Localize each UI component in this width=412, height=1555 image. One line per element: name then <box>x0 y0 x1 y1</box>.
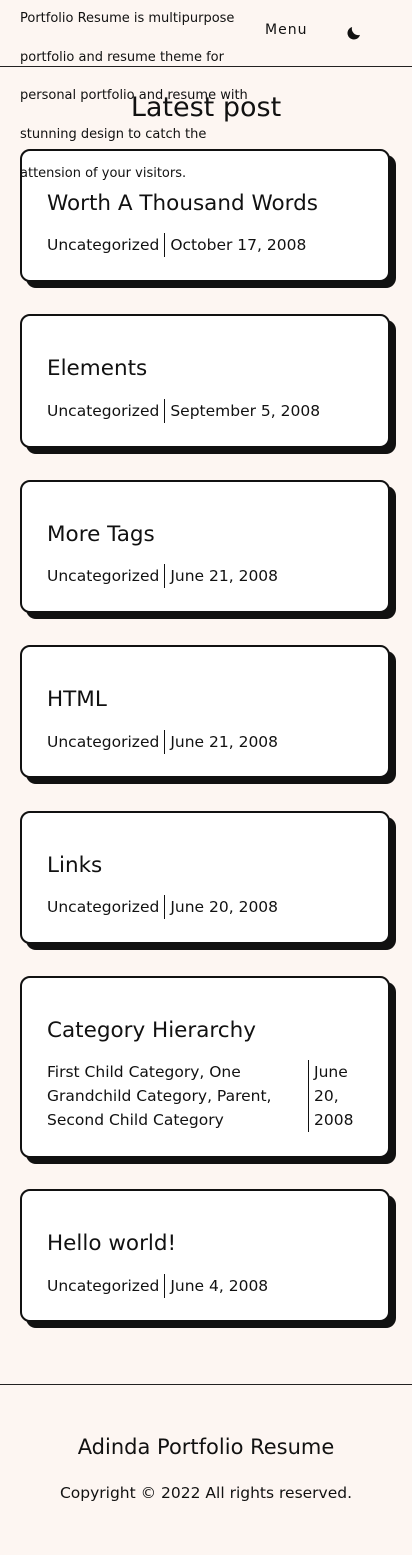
post-date: June 20, 2008 <box>170 898 279 916</box>
post-title[interactable]: Worth A Thousand Words <box>47 191 318 217</box>
post-card[interactable]: Hello world! Uncategorized June 4, 2008 <box>20 1189 390 1322</box>
post-date: June 21, 2008 <box>170 567 279 585</box>
moon-icon[interactable] <box>345 24 363 42</box>
site-tagline: Portfolio Resume is multipurpose portfol… <box>20 11 248 181</box>
copyright-text: Copyright © 2022 All rights reserved. <box>59 1484 353 1502</box>
menu-button[interactable]: Menu <box>265 22 307 38</box>
post-category[interactable]: First Child Category, One Grandchild Cat… <box>47 1060 309 1132</box>
post-card[interactable]: More Tags Uncategorized June 21, 2008 <box>20 480 390 613</box>
post-date: September 5, 2008 <box>170 402 321 420</box>
post-meta: First Child Category, One Grandchild Cat… <box>47 1060 365 1132</box>
post-meta: Uncategorized June 4, 2008 <box>47 1274 268 1298</box>
post-card[interactable]: Links Uncategorized June 20, 2008 <box>20 811 390 944</box>
post-category[interactable]: Uncategorized <box>47 564 166 588</box>
post-card[interactable]: Elements Uncategorized September 5, 2008 <box>20 314 390 448</box>
post-title[interactable]: Hello world! <box>47 1231 176 1257</box>
post-date: June 21, 2008 <box>170 733 279 751</box>
post-title[interactable]: More Tags <box>47 522 155 548</box>
post-meta: Uncategorized June 21, 2008 <box>47 730 278 754</box>
post-meta: Uncategorized June 20, 2008 <box>47 895 278 919</box>
post-card[interactable]: Category Hierarchy First Child Category,… <box>20 976 390 1158</box>
post-category[interactable]: Uncategorized <box>47 233 166 257</box>
footer-site-title[interactable]: Adinda Portfolio Resume <box>0 1435 412 1459</box>
post-category[interactable]: Uncategorized <box>47 399 166 423</box>
site-footer: Adinda Portfolio Resume Copyright © 2022… <box>0 1384 412 1555</box>
post-title[interactable]: Category Hierarchy <box>47 1018 256 1044</box>
post-title[interactable]: Links <box>47 853 102 879</box>
post-category[interactable]: Uncategorized <box>47 1274 166 1298</box>
post-date: October 17, 2008 <box>170 236 307 254</box>
post-title[interactable]: HTML <box>47 687 107 713</box>
site-header: Portfolio Resume is multipurpose portfol… <box>0 0 412 181</box>
post-meta: Uncategorized October 17, 2008 <box>47 233 306 257</box>
post-card[interactable]: HTML Uncategorized June 21, 2008 <box>20 645 390 778</box>
post-category[interactable]: Uncategorized <box>47 895 166 919</box>
post-category[interactable]: Uncategorized <box>47 730 166 754</box>
post-meta: Uncategorized September 5, 2008 <box>47 399 320 423</box>
post-meta: Uncategorized June 21, 2008 <box>47 564 278 588</box>
post-date: June 20, 2008 <box>314 1063 354 1129</box>
post-date: June 4, 2008 <box>170 1277 269 1295</box>
post-title[interactable]: Elements <box>47 356 147 382</box>
